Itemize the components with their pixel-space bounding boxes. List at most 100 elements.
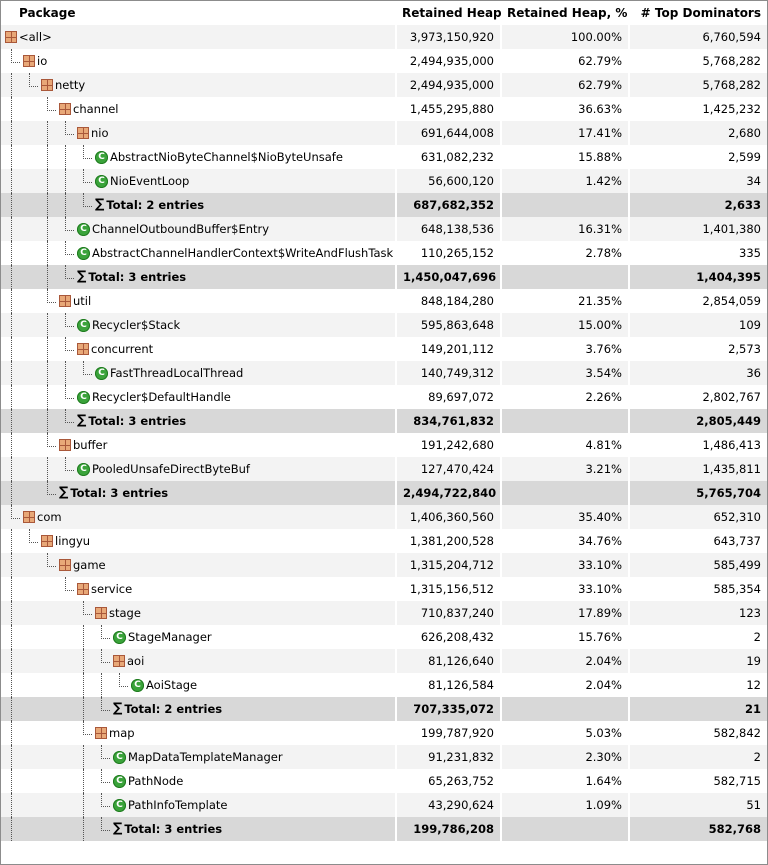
top-dominators-cell: 123 [628, 601, 767, 625]
tree-node-label[interactable]: C StageManager [113, 625, 212, 649]
table-row[interactable]: nio 691,644,008 17.41% 2,680 [1, 121, 767, 145]
retained-heap-cell: 81,126,640 [395, 649, 501, 673]
total-row[interactable]: ∑ Total: 3 entries 199,786,208 582,768 [1, 817, 767, 841]
tree-node-label[interactable]: lingyu [41, 529, 90, 553]
tree-node-label[interactable]: concurrent [77, 337, 153, 361]
package-icon [59, 295, 71, 307]
column-header-retained-heap[interactable]: Retained Heap [396, 1, 502, 25]
tree-node-label[interactable]: nio [77, 121, 109, 145]
table-row[interactable]: map 199,787,920 5.03% 582,842 [1, 721, 767, 745]
tree-node-label[interactable]: com [23, 505, 62, 529]
tree-node-label[interactable]: service [77, 577, 132, 601]
table-row[interactable]: aoi 81,126,640 2.04% 19 [1, 649, 767, 673]
tree-node-label[interactable]: channel [59, 97, 119, 121]
table-row[interactable]: C ChannelOutboundBuffer$Entry 648,138,536 1… [1, 217, 767, 241]
package-cell: util [1, 289, 396, 313]
table-row[interactable]: concurrent 149,201,112 3.76% 2,573 [1, 337, 767, 361]
table-row[interactable]: com 1,406,360,560 35.40% 652,310 [1, 505, 767, 529]
tree-node-label[interactable]: buffer [59, 433, 107, 457]
table-row[interactable]: C Recycler$Stack 595,863,648 15.00% 109 [1, 313, 767, 337]
tree-node-label[interactable]: game [59, 553, 106, 577]
total-row[interactable]: ∑ Total: 3 entries 2,494,722,840 5,765,704 [1, 481, 767, 505]
tree-node-label[interactable]: io [23, 49, 47, 73]
table-row[interactable]: game 1,315,204,712 33.10% 585,499 [1, 553, 767, 577]
table-row[interactable]: netty 2,494,935,000 62.79% 5,768,282 [1, 73, 767, 97]
table-row[interactable]: channel 1,455,295,880 36.63% 1,425,232 [1, 97, 767, 121]
tree-node-label[interactable]: aoi [113, 649, 144, 673]
table-row[interactable]: C AoiStage 81,126,584 2.04% 12 [1, 673, 767, 697]
tree-node-label[interactable]: C AbstractChannelHandlerContext$WriteAndF… [77, 241, 393, 265]
tree-guide-line [47, 361, 48, 385]
tree-connector [11, 49, 20, 63]
table-row[interactable]: C AbstractChannelHandlerContext$WriteAndF… [1, 241, 767, 265]
tree-node-label[interactable]: netty [41, 73, 85, 97]
tree-node-label[interactable]: C PathNode [113, 769, 183, 793]
table-row[interactable]: io 2,494,935,000 62.79% 5,768,282 [1, 49, 767, 73]
tree-guide-line [11, 697, 12, 721]
tree-node-label[interactable]: C AoiStage [131, 673, 197, 697]
tree-node-label[interactable]: ∑ Total: 2 entries [95, 193, 204, 217]
tree-guide-line [11, 361, 12, 385]
package-cell: ∑ Total: 3 entries [1, 265, 396, 289]
table-row[interactable]: util 848,184,280 21.35% 2,854,059 [1, 289, 767, 313]
tree-node-label[interactable]: ∑ Total: 2 entries [113, 697, 222, 721]
tree-connector [47, 433, 56, 447]
retained-heap-cell: 2,494,722,840 [395, 481, 501, 505]
total-row[interactable]: ∑ Total: 3 entries 834,761,832 2,805,449 [1, 409, 767, 433]
tree-node-label[interactable]: ∑ Total: 3 entries [77, 409, 186, 433]
tree-connector [65, 385, 74, 399]
table-row[interactable]: C Recycler$DefaultHandle 89,697,072 2.26% 2,… [1, 385, 767, 409]
table-row[interactable]: stage 710,837,240 17.89% 123 [1, 601, 767, 625]
tree-node-label[interactable]: <all> [5, 25, 52, 49]
tree-node-label[interactable]: C Recycler$Stack [77, 313, 180, 337]
package-cell: C Recycler$DefaultHandle [1, 385, 396, 409]
top-dominators-cell: 1,401,380 [628, 217, 767, 241]
tree-guide-line [11, 745, 12, 769]
class-icon: C [95, 366, 108, 380]
table-row[interactable]: C PathNode 65,263,752 1.64% 582,715 [1, 769, 767, 793]
sum-icon: ∑ [113, 701, 123, 716]
tree-node-label[interactable]: ∑ Total: 3 entries [59, 481, 168, 505]
tree-node-label[interactable]: C AbstractNioByteChannel$NioByteUnsafe [95, 145, 343, 169]
tree-node-label[interactable]: util [59, 289, 91, 313]
node-name: stage [109, 606, 141, 620]
retained-heap-percent-cell [500, 697, 629, 721]
tree-node-label[interactable]: C NioEventLoop [95, 169, 189, 193]
tree-node-label[interactable]: C FastThreadLocalThread [95, 361, 243, 385]
tree-guide-line [11, 649, 12, 673]
table-row[interactable]: service 1,315,156,512 33.10% 585,354 [1, 577, 767, 601]
table-row[interactable]: C NioEventLoop 56,600,120 1.42% 34 [1, 169, 767, 193]
tree-node-label[interactable]: C PathInfoTemplate [113, 793, 228, 817]
retained-heap-cell: 149,201,112 [395, 337, 501, 361]
tree-node-label[interactable]: ∑ Total: 3 entries [77, 265, 186, 289]
tree-node-label[interactable]: C PooledUnsafeDirectByteBuf [77, 457, 250, 481]
total-row[interactable]: ∑ Total: 2 entries 707,335,072 21 [1, 697, 767, 721]
table-row[interactable]: C AbstractNioByteChannel$NioByteUnsafe 631… [1, 145, 767, 169]
tree-connector [65, 121, 74, 135]
table-row[interactable]: <all> 3,973,150,920 100.00% 6,760,594 [1, 25, 767, 49]
tree-node-label[interactable]: C Recycler$DefaultHandle [77, 385, 231, 409]
tree-node-label[interactable]: C ChannelOutboundBuffer$Entry [77, 217, 269, 241]
tree-node-label[interactable]: stage [95, 601, 141, 625]
tree-connector [47, 481, 56, 495]
tree-node-label[interactable]: map [95, 721, 135, 745]
table-row[interactable]: buffer 191,242,680 4.81% 1,486,413 [1, 433, 767, 457]
column-header-retained-heap-percent[interactable]: Retained Heap, % [501, 1, 629, 25]
table-row[interactable]: C PooledUnsafeDirectByteBuf 127,470,424 3.2… [1, 457, 767, 481]
package-cell: stage [1, 601, 396, 625]
table-row[interactable]: lingyu 1,381,200,528 34.76% 643,737 [1, 529, 767, 553]
retained-heap-percent-cell [500, 193, 629, 217]
table-row[interactable]: C StageManager 626,208,432 15.76% 2 [1, 625, 767, 649]
column-header-package[interactable]: Package [1, 1, 396, 25]
table-row[interactable]: C FastThreadLocalThread 140,749,312 3.54% 36 [1, 361, 767, 385]
total-row[interactable]: ∑ Total: 3 entries 1,450,047,696 1,404,395 [1, 265, 767, 289]
column-header-top-dominators[interactable]: # Top Dominators [629, 1, 767, 25]
tree-guide-line [11, 721, 12, 745]
tree-node-label[interactable]: ∑ Total: 3 entries [113, 817, 222, 841]
tree-node-label[interactable]: C MapDataTemplateManager [113, 745, 283, 769]
node-name: Total: 3 entries [124, 822, 223, 836]
sum-icon: ∑ [77, 269, 87, 284]
table-row[interactable]: C MapDataTemplateManager 91,231,832 2.30% 2 [1, 745, 767, 769]
table-row[interactable]: C PathInfoTemplate 43,290,624 1.09% 51 [1, 793, 767, 817]
total-row[interactable]: ∑ Total: 2 entries 687,682,352 2,633 [1, 193, 767, 217]
